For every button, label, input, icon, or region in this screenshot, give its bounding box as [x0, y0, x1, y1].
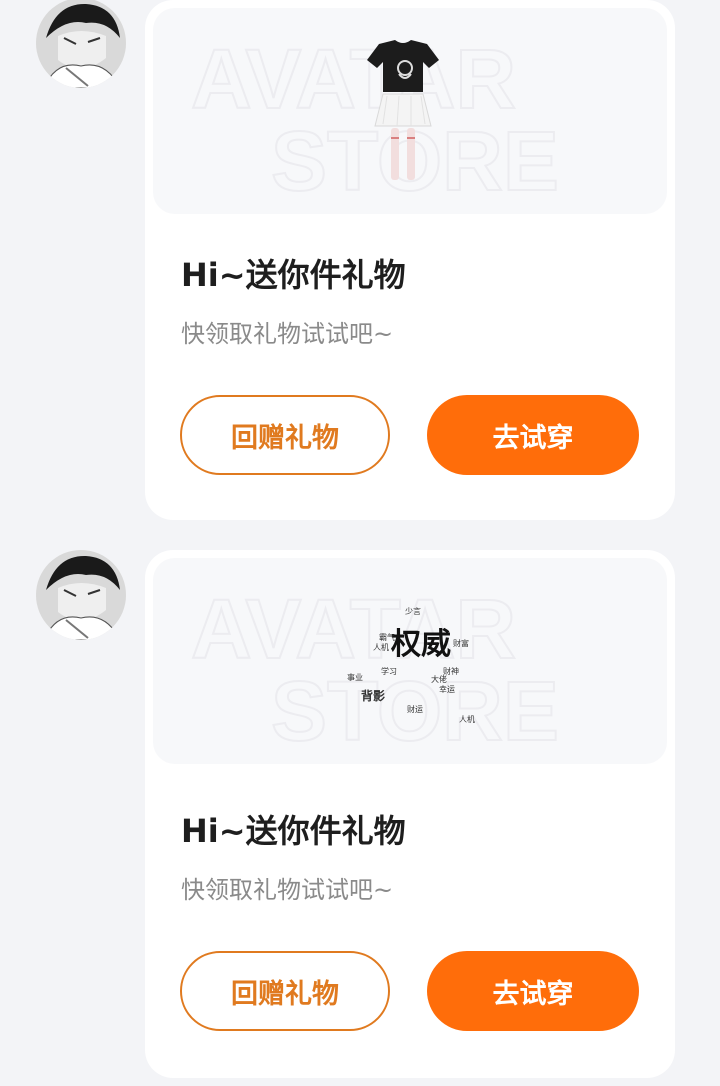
gift-card: AVATAR STORE 权威 少言 人机 财富 霸气 事业 财神 幸运 背影 …: [145, 550, 675, 1078]
svg-text:大佬: 大佬: [431, 674, 447, 684]
gift-subtitle: 快领取礼物试试吧~: [181, 876, 394, 904]
gift-title: Hi~送你件礼物: [181, 256, 406, 294]
gift-preview[interactable]: AVATAR STORE: [153, 8, 667, 214]
svg-text:财富: 财富: [453, 638, 469, 648]
svg-text:事业: 事业: [347, 672, 363, 682]
svg-text:背影: 背影: [361, 688, 385, 703]
tshirt-skirt-outfit-icon: [367, 40, 439, 180]
svg-text:人机: 人机: [373, 642, 389, 652]
calligraphy-sticker-icon: 权威 少言 人机 财富 霸气 事业 财神 幸运 背影 学习 大佬 财运 人机: [347, 606, 475, 724]
gift-card: AVATAR STORE Hi~送你件礼物 快领取礼物试试吧~ 回赠礼物 去试穿: [145, 0, 675, 520]
svg-text:霸气: 霸气: [379, 632, 395, 642]
try-on-button[interactable]: 去试穿: [427, 951, 639, 1031]
avatar-image: [36, 550, 126, 640]
svg-text:财运: 财运: [407, 704, 423, 714]
return-gift-button[interactable]: 回赠礼物: [180, 395, 390, 475]
chat-page: AVATAR STORE Hi~送你件礼物 快领取礼物试试吧~ 回赠礼物 去试穿: [0, 0, 720, 1086]
avatar[interactable]: [36, 550, 126, 640]
avatar-image: [36, 0, 126, 88]
avatar[interactable]: [36, 0, 126, 88]
gift-title: Hi~送你件礼物: [181, 812, 406, 850]
svg-text:幸运: 幸运: [439, 685, 455, 694]
return-gift-button[interactable]: 回赠礼物: [180, 951, 390, 1031]
svg-text:人机: 人机: [459, 714, 475, 724]
svg-text:学习: 学习: [381, 666, 397, 676]
svg-text:少言: 少言: [405, 606, 421, 616]
svg-text:AVATAR: AVATAR: [191, 32, 516, 126]
try-on-button[interactable]: 去试穿: [427, 395, 639, 475]
gift-subtitle: 快领取礼物试试吧~: [181, 320, 394, 348]
svg-text:权威: 权威: [390, 627, 451, 662]
gift-preview[interactable]: AVATAR STORE 权威 少言 人机 财富 霸气 事业 财神 幸运 背影 …: [153, 558, 667, 764]
